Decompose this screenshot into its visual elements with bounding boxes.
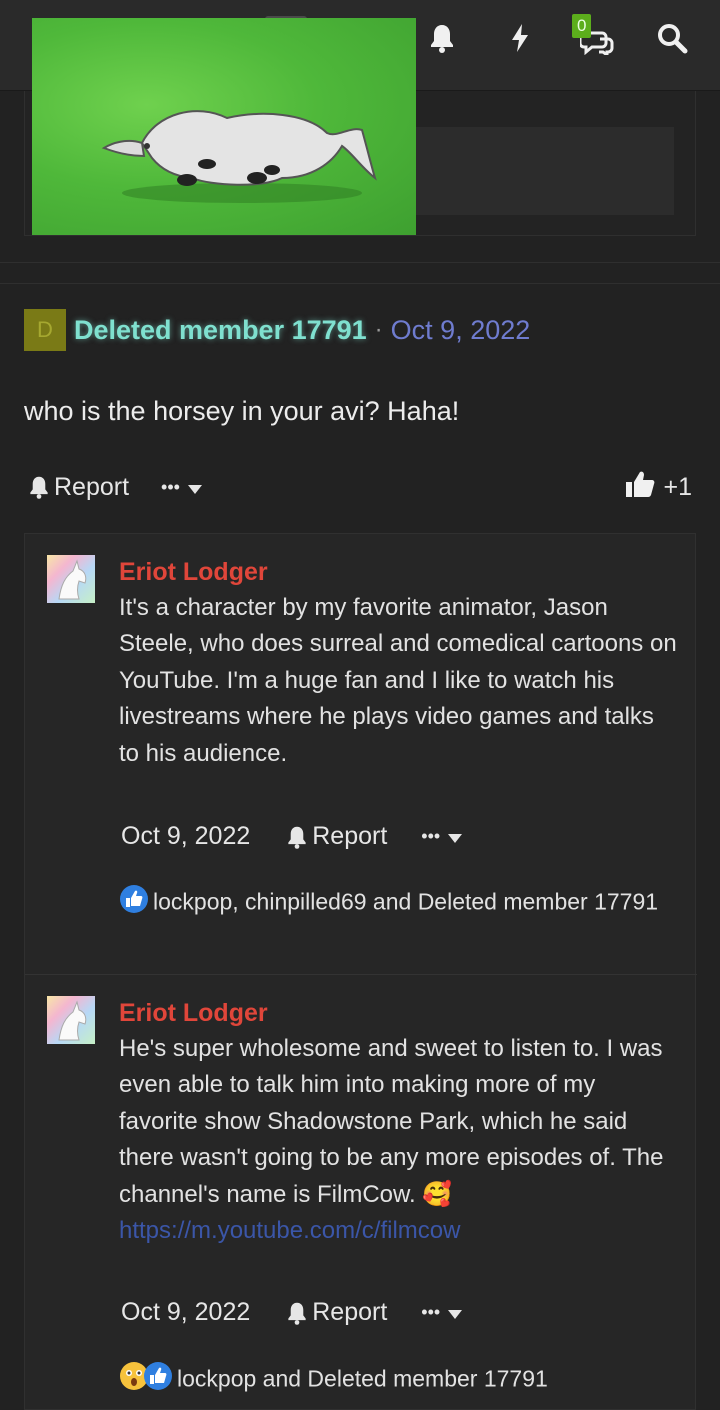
post-actions: Report ••• +1 [28, 468, 692, 506]
chevron-down-icon [187, 473, 202, 502]
reply-date[interactable]: Oct 9, 2022 [121, 1298, 250, 1327]
unicorn-icon [58, 559, 87, 600]
more-label: ••• [161, 476, 180, 497]
like-count: +1 [663, 472, 692, 501]
reply-author[interactable]: Eriot Lodger [119, 558, 268, 587]
chevron-down-icon [448, 822, 463, 851]
reactions-text: lockpop, chinpilled69 and Deleted member… [153, 888, 659, 915]
replies-container: Eriot Lodger It's a character by my favo… [24, 533, 697, 1410]
report-label: Report [54, 472, 130, 501]
post-body: who is the horsey in your avi? Haha! [24, 396, 460, 426]
more-options-button[interactable]: ••• [161, 473, 202, 502]
avatar[interactable] [47, 996, 95, 1044]
divider [0, 283, 720, 284]
reactions-text: lockpop and Deleted member 17791 [177, 1365, 548, 1392]
bell-icon[interactable] [422, 18, 462, 58]
reply-body: He's super wholesome and sweet to listen… [119, 1031, 679, 1249]
like-button[interactable]: +1 [625, 470, 692, 505]
report-label: Report [312, 1298, 388, 1326]
post-date[interactable]: Oct 9, 2022 [391, 315, 531, 346]
thread-page: 0 D Deleted member 17791 · Oct 9, 2022 w… [0, 0, 720, 1410]
youtube-link[interactable]: https://m.youtube.com/c/filmcow [119, 1213, 679, 1249]
search-icon[interactable] [652, 18, 692, 58]
divider [25, 974, 697, 975]
reply-actions: Oct 9, 2022 Report ••• [121, 1298, 463, 1327]
like-reaction-icon [143, 1361, 173, 1400]
more-options-button[interactable]: ••• [421, 822, 463, 851]
post-author[interactable]: Deleted member 17791 [74, 315, 367, 346]
avatar[interactable] [47, 555, 95, 603]
previous-post-inner [416, 127, 674, 215]
thumbs-up-icon [625, 470, 655, 505]
report-button[interactable]: Report [286, 822, 387, 851]
horse-illustration [101, 110, 377, 203]
chevron-down-icon [448, 1298, 463, 1327]
more-label: ••• [421, 1302, 441, 1322]
bell-icon [286, 1301, 308, 1325]
reply-body: It's a character by my favorite animator… [119, 590, 679, 772]
conversations-badge: 0 [572, 14, 592, 38]
reply-date[interactable]: Oct 9, 2022 [121, 822, 250, 851]
reply-text: It's a character by my favorite animator… [119, 594, 677, 767]
more-label: ••• [421, 826, 441, 846]
report-label: Report [312, 822, 388, 850]
more-options-button[interactable]: ••• [421, 1298, 463, 1327]
unicorn-icon [58, 1000, 87, 1041]
post-header: D Deleted member 17791 · Oct 9, 2022 [24, 309, 530, 351]
like-reaction-icon [119, 884, 149, 923]
horse-avatar-image[interactable] [32, 18, 416, 235]
report-button[interactable]: Report [286, 1298, 387, 1327]
report-button[interactable]: Report [28, 473, 129, 502]
separator-dot: · [374, 316, 383, 343]
bell-icon [286, 825, 308, 849]
avatar[interactable]: D [24, 309, 66, 351]
reply-text: He's super wholesome and sweet to listen… [119, 1035, 664, 1208]
reactions-summary[interactable]: lockpop and Deleted member 17791 [119, 1361, 679, 1400]
reply-actions: Oct 9, 2022 Report ••• [121, 822, 463, 851]
divider [0, 262, 720, 263]
reactions-summary[interactable]: lockpop, chinpilled69 and Deleted member… [119, 884, 679, 923]
reply-author[interactable]: Eriot Lodger [119, 999, 268, 1028]
bell-icon [28, 475, 50, 499]
bolt-icon[interactable] [500, 18, 540, 58]
